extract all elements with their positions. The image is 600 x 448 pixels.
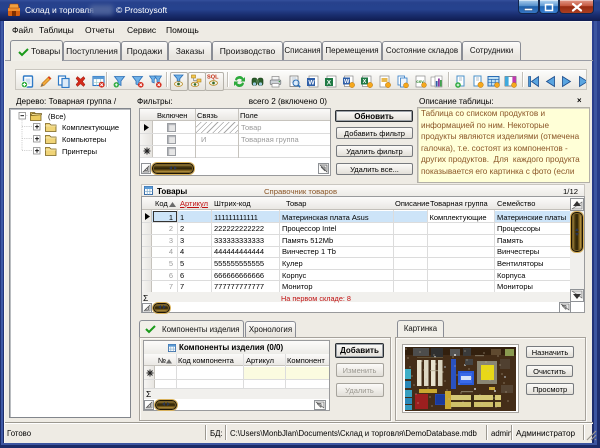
svg-text:X: X [363, 79, 367, 85]
svg-text:SQL: SQL [207, 75, 219, 81]
svg-text:X: X [327, 80, 332, 87]
svg-text:W: W [308, 80, 315, 87]
svg-text:W: W [344, 79, 350, 85]
